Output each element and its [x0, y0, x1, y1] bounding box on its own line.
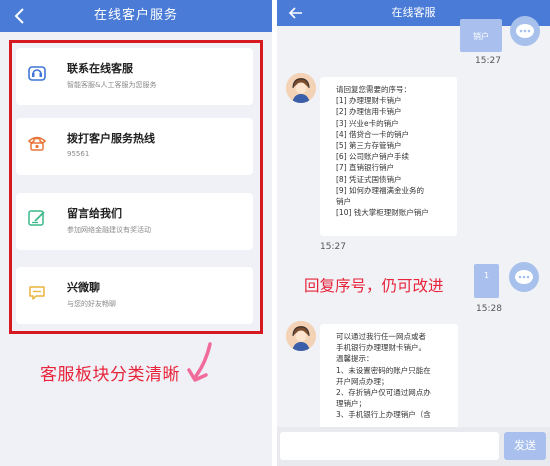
message-input[interactable]	[280, 432, 499, 460]
message-line: 销户	[336, 197, 351, 207]
user-avatar	[510, 16, 540, 46]
message-line: 3、手机银行上办理销户（含	[336, 410, 431, 420]
message-line: [7] 直销银行销户	[336, 163, 395, 173]
message-line: [8] 凭证式国债销户	[336, 174, 402, 184]
customer-service-agent-icon	[286, 73, 316, 103]
agent-message-bubble: 请回复您需要的序号： [1] 办理理财卡销户 [2] 办理信用卡销户 [3] 兴…	[320, 77, 457, 236]
chat-dots-icon	[515, 270, 533, 284]
customer-service-agent-icon	[286, 321, 316, 351]
page-title: 在线客户服务	[93, 8, 178, 23]
message-line: [10] 钱大掌柜理财账户销户	[336, 208, 429, 218]
message-input-bar: 发送	[277, 427, 550, 466]
message-line: [4] 借贷合一卡的销户	[336, 129, 410, 139]
agent-avatar	[286, 321, 316, 351]
user-message-bubble: 1	[474, 264, 499, 298]
agent-message-bubble: 可以通过我行任一网点或者 手机银行办理理财卡销户。 温馨提示： 1、未设置密码的…	[320, 324, 458, 434]
highlight-frame	[9, 40, 263, 334]
message-line: 理销户；	[336, 399, 366, 409]
agent-avatar	[286, 73, 316, 103]
annotation-caption: 客服板块分类清晰	[40, 365, 180, 385]
message-line: 可以通过我行任一网点或者	[336, 332, 426, 341]
message-line: [2] 办理信用卡销户	[336, 107, 402, 117]
online-chat-screen: 在线客服 销户 15:27 请回复您需要的序号： [1] 办理理财卡销户 [2]…	[277, 0, 550, 466]
pink-arrow-annotation	[187, 342, 212, 382]
message-line: [6] 公司账户销户手续	[336, 152, 410, 162]
user-message-bubble: 销户	[460, 19, 502, 52]
message-timestamp: 15:27	[320, 242, 346, 252]
message-line: 2、存折销户仅可通过网点办	[336, 388, 431, 398]
chat-dots-icon	[516, 24, 534, 38]
customer-service-menu-screen: 在线客户服务 联系在线客服 智能客服&人工客服为您服务 拨打客户服务热线 955…	[0, 0, 272, 466]
annotation-caption: 回复序号，仍可改进	[304, 277, 444, 295]
message-line: [9] 如何办理福满金业务的	[336, 185, 425, 195]
message-line: 1、未设置密码的账户只能在	[336, 365, 431, 375]
user-avatar	[509, 262, 539, 292]
message-line: [3] 兴业e卡的销户	[336, 118, 399, 128]
message-line: 温馨提示：	[336, 354, 374, 364]
message-timestamp: 15:27	[475, 56, 501, 66]
message-line: 请回复您需要的序号：	[336, 85, 411, 94]
top-bar: 在线客户服务	[0, 0, 272, 32]
message-line: 开户网点办理；	[336, 376, 389, 386]
message-line: [5] 第三方存管销户	[336, 141, 402, 151]
message-line: [1] 办理理财卡销户	[336, 96, 402, 106]
message-timestamp: 15:28	[476, 304, 502, 314]
message-line: 手机银行办理理财卡销户。	[336, 343, 426, 353]
send-button[interactable]: 发送	[504, 432, 546, 460]
